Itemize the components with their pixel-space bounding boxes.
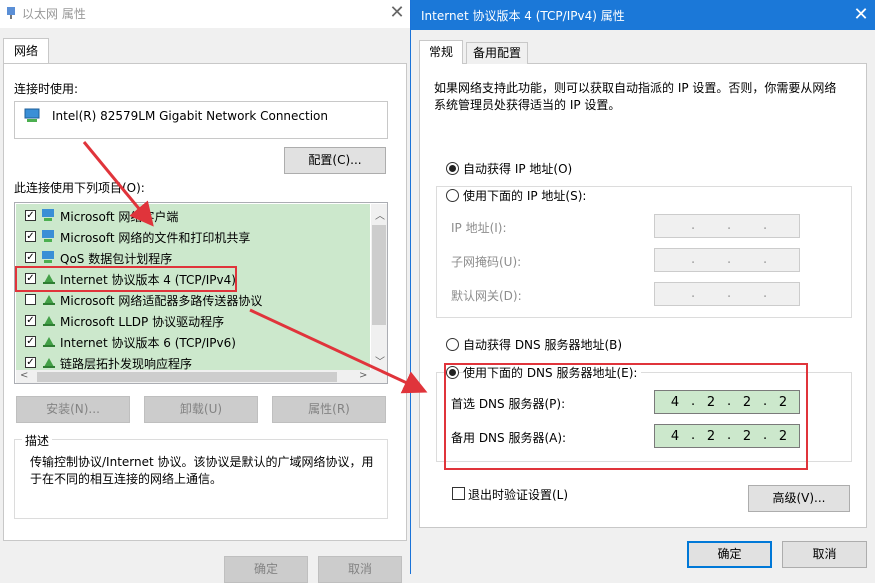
arrow-to-dns	[249, 308, 428, 394]
annotation-arrows	[82, 141, 428, 394]
arrow-to-list	[82, 141, 154, 227]
